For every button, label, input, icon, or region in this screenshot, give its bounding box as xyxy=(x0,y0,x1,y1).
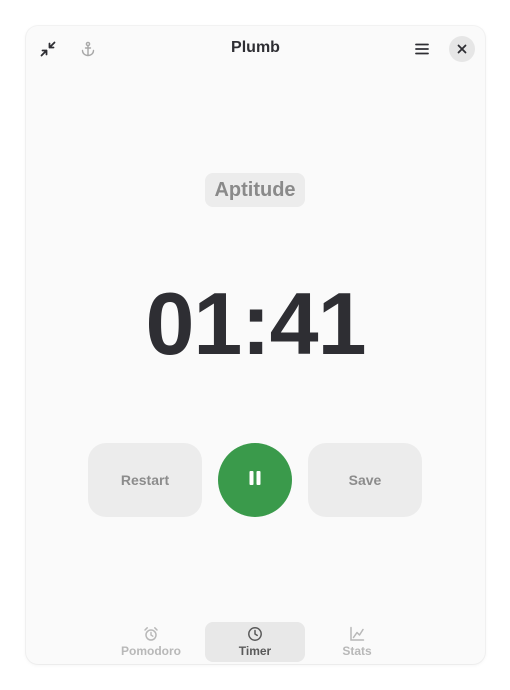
timer-display: 01:41 xyxy=(145,274,366,373)
nav-label-stats: Stats xyxy=(342,644,372,658)
clock-icon xyxy=(247,626,263,642)
close-button[interactable] xyxy=(449,36,475,62)
alarm-clock-icon xyxy=(143,626,159,642)
main-menu-button[interactable] xyxy=(406,33,438,65)
close-icon xyxy=(457,44,467,54)
save-button[interactable]: Save xyxy=(308,443,422,517)
hamburger-menu-icon xyxy=(414,41,430,57)
nav-item-timer[interactable]: Timer xyxy=(205,622,305,662)
stats-chart-icon xyxy=(349,626,365,642)
view-switcher: Pomodoro Timer Stats xyxy=(26,622,485,662)
nav-label-timer: Timer xyxy=(238,644,272,658)
session-tag-button[interactable]: Aptitude xyxy=(205,173,305,207)
pause-button[interactable] xyxy=(218,443,292,517)
pause-icon xyxy=(248,470,262,491)
app-window: Plumb Aptitude 01:41 Restart Save Pomodo… xyxy=(26,26,485,664)
header-bar: Plumb xyxy=(26,26,485,72)
nav-item-stats[interactable]: Stats xyxy=(307,622,407,662)
restart-button[interactable]: Restart xyxy=(88,443,202,517)
nav-label-pomodoro: Pomodoro xyxy=(121,644,181,658)
nav-item-pomodoro[interactable]: Pomodoro xyxy=(101,622,201,662)
